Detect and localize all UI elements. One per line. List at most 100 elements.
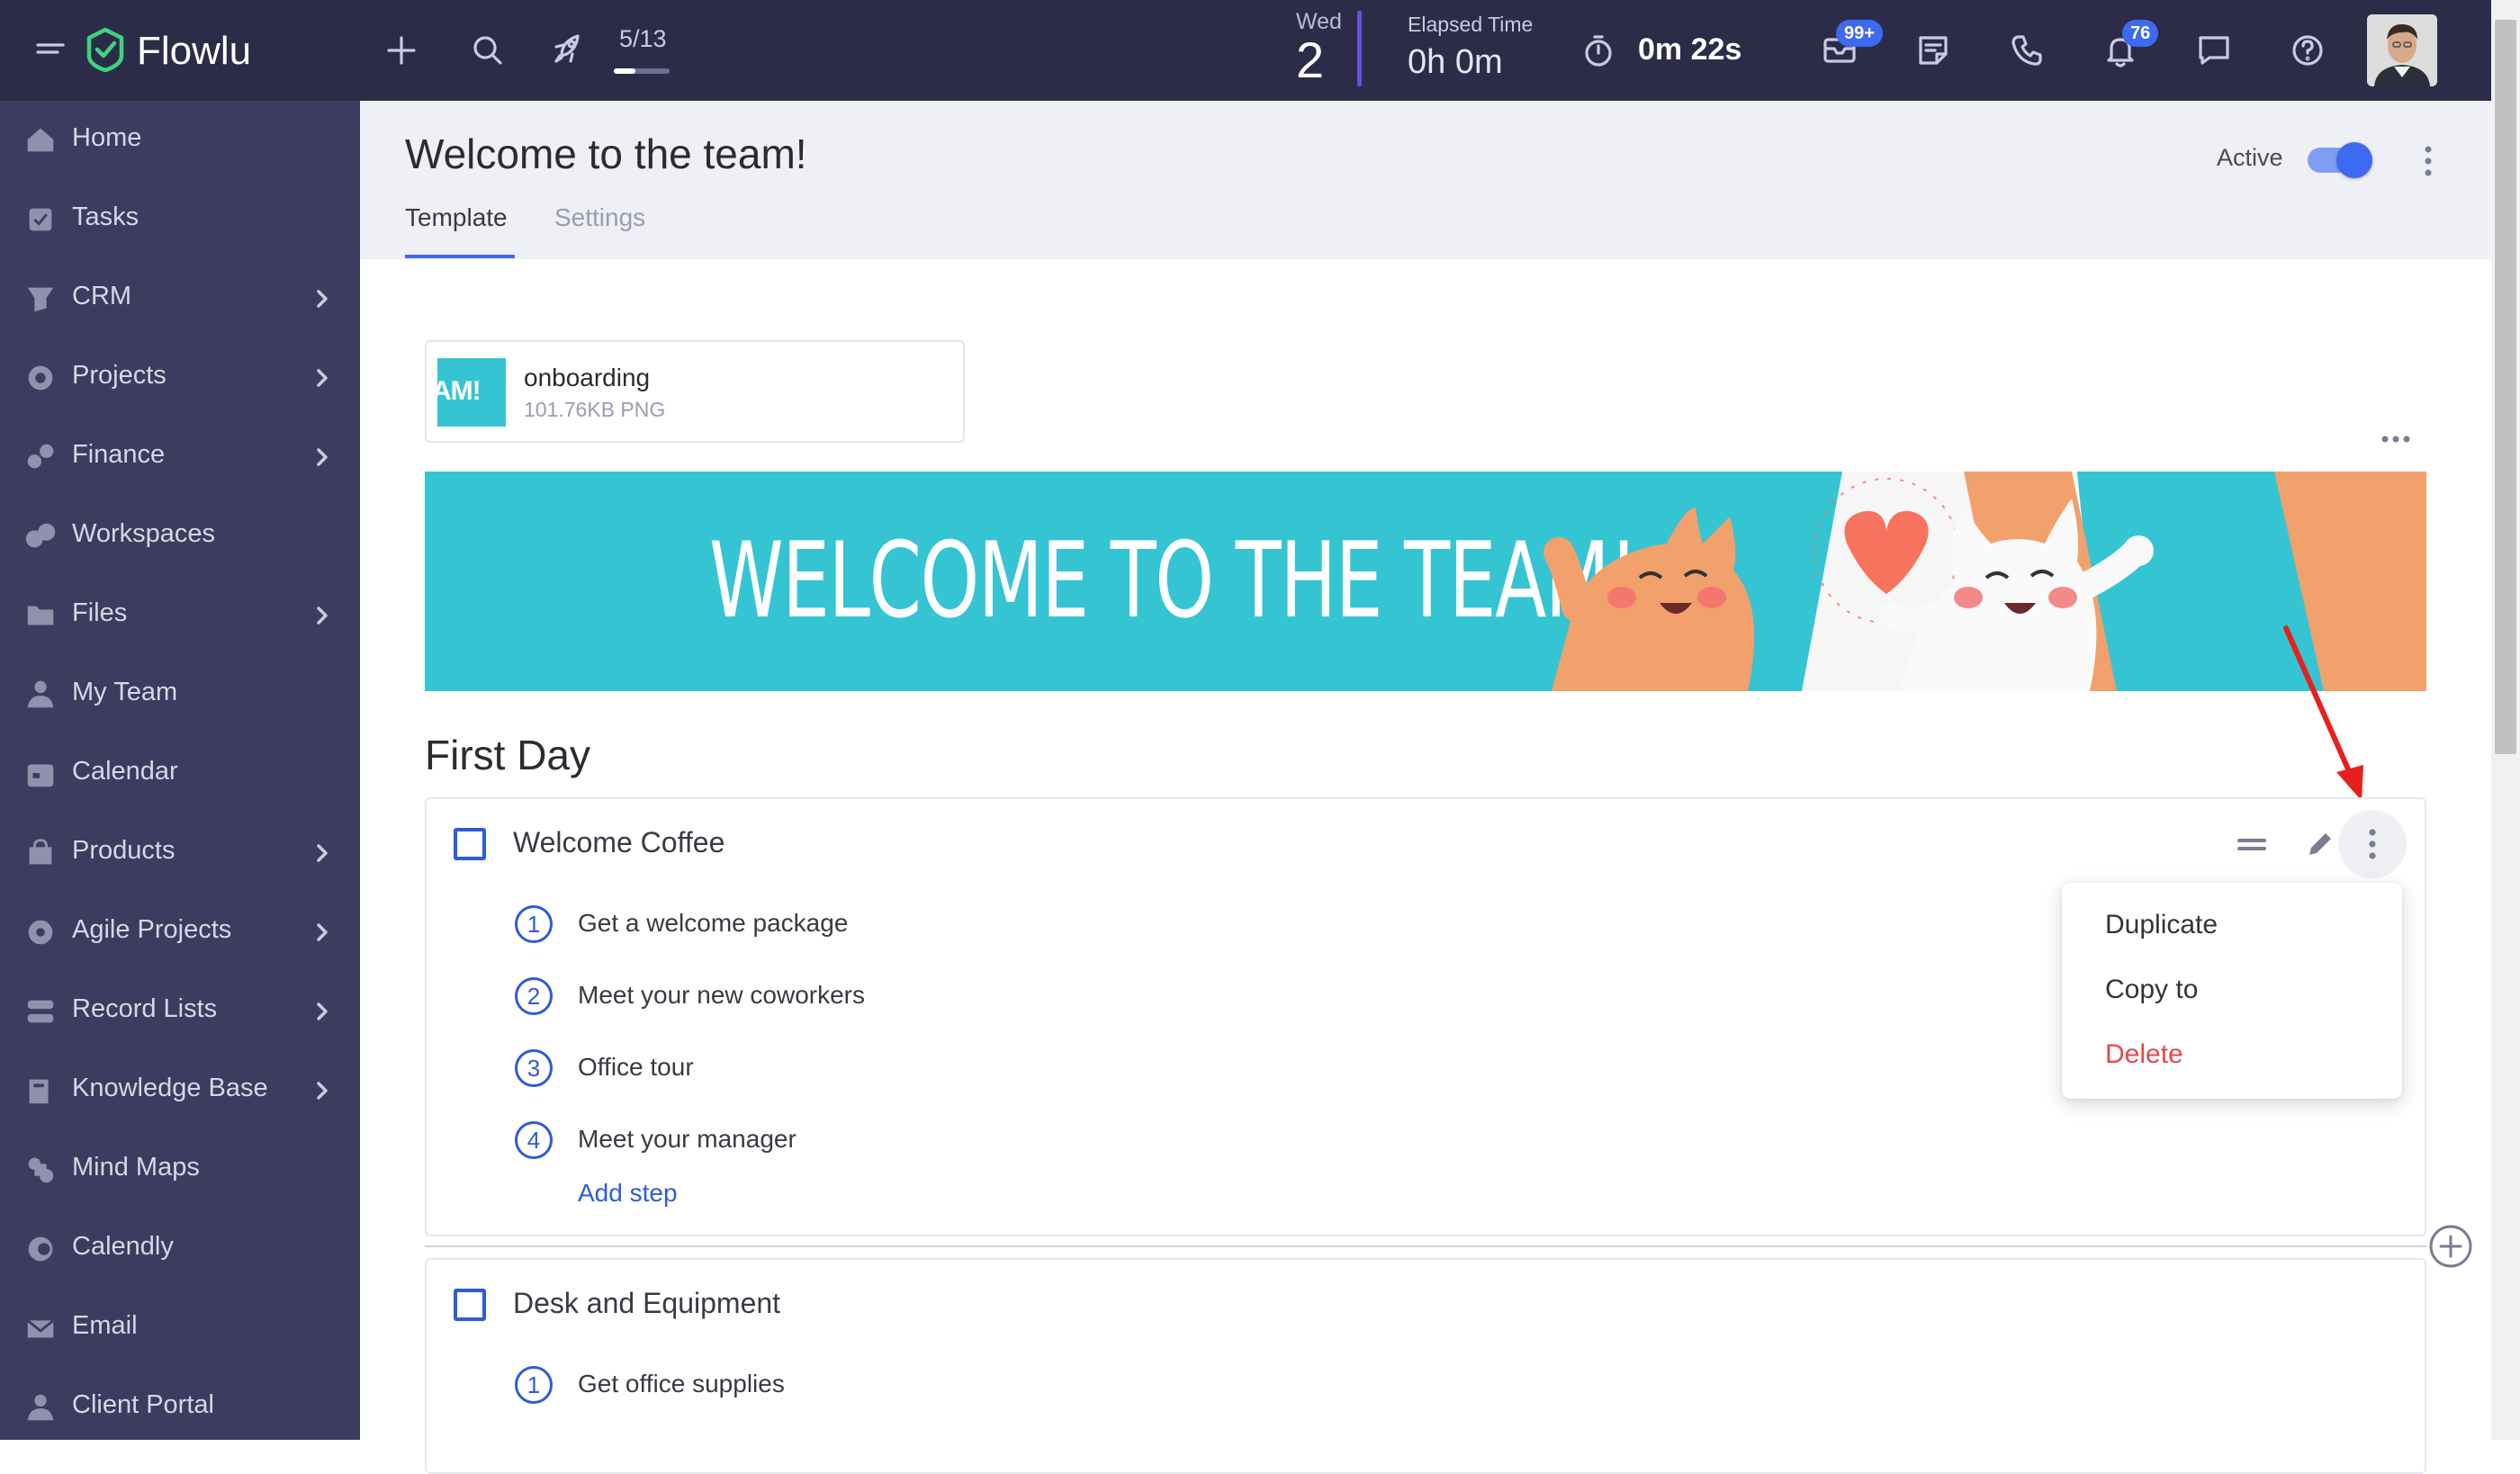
- sidebar-item-label: Client Portal: [72, 1390, 214, 1419]
- knowledge-base-icon: [22, 1073, 59, 1109]
- step-text[interactable]: Office tour: [578, 1053, 694, 1082]
- help-icon[interactable]: [2282, 25, 2333, 76]
- sidebar-item-label: Calendar: [72, 757, 178, 786]
- attachment-meta: 101.76KB PNG: [524, 398, 666, 421]
- task-more-button[interactable]: [2338, 810, 2407, 878]
- sidebar-item-home[interactable]: Home: [0, 101, 360, 180]
- welcome-banner: WELCOME TO THE TEAM!: [425, 472, 2426, 691]
- user-avatar[interactable]: [2367, 14, 2437, 86]
- sidebar-item-label: Agile Projects: [72, 915, 232, 944]
- search-icon[interactable]: [463, 25, 513, 76]
- menu-item-copy-to[interactable]: Copy to: [2105, 975, 2198, 1005]
- annotation-arrow: [2283, 625, 2363, 801]
- sidebar-item-agile-projects[interactable]: Agile Projects: [0, 893, 360, 972]
- drag-handle-icon[interactable]: [2234, 828, 2270, 860]
- attachment-name: onboarding: [524, 364, 651, 391]
- active-toggle[interactable]: [2308, 142, 2372, 178]
- chevron-right-icon[interactable]: [310, 445, 335, 470]
- sidebar-item-projects[interactable]: Projects: [0, 338, 360, 418]
- sidebar-item-email[interactable]: Email: [0, 1289, 360, 1368]
- sidebar-item-label: Knowledge Base: [72, 1074, 268, 1102]
- mail-badge: 99+: [1836, 20, 1883, 47]
- sidebar-item-calendly[interactable]: Calendly: [0, 1209, 360, 1289]
- page-header: Welcome to the team! Template Settings A…: [360, 101, 2491, 259]
- sidebar-item-knowledge-base[interactable]: Knowledge Base: [0, 1051, 360, 1130]
- menu-collapse-icon[interactable]: [25, 25, 76, 76]
- add-icon[interactable]: [376, 25, 427, 76]
- banner-text: WELCOME TO THE TEAM!: [709, 520, 1639, 642]
- notes-icon[interactable]: [1908, 25, 1958, 76]
- chevron-right-icon[interactable]: [310, 286, 335, 311]
- sidebar-item-mind-maps[interactable]: Mind Maps: [0, 1130, 360, 1209]
- sidebar-item-my-team[interactable]: My Team: [0, 655, 360, 734]
- step-text[interactable]: Get a welcome package: [578, 909, 848, 938]
- block-more-icon[interactable]: [2378, 423, 2414, 455]
- sidebar-item-crm[interactable]: CRM: [0, 259, 360, 338]
- task-title[interactable]: Desk and Equipment: [513, 1287, 780, 1320]
- step-number: 1: [515, 1366, 553, 1404]
- sidebar-item-label: Email: [72, 1311, 138, 1340]
- chevron-right-icon[interactable]: [310, 365, 335, 391]
- section-divider: [425, 1245, 2426, 1247]
- day-number: 2: [1296, 31, 1325, 88]
- step-number: 4: [515, 1121, 553, 1159]
- sidebar-item-record-lists[interactable]: Record Lists: [0, 972, 360, 1051]
- sidebar-item-label: Projects: [72, 361, 166, 390]
- step-number: 3: [515, 1049, 553, 1087]
- brand-name: Flowlu: [137, 29, 252, 73]
- onboarding-progress-track: [614, 68, 670, 74]
- crm-icon: [22, 281, 59, 317]
- add-block-icon[interactable]: [2428, 1224, 2473, 1269]
- sidebar-item-label: My Team: [72, 678, 178, 706]
- sidebar-item-products[interactable]: Products: [0, 813, 360, 893]
- sidebar-item-calendar[interactable]: Calendar: [0, 734, 360, 813]
- menu-item-delete[interactable]: Delete: [2105, 1039, 2183, 1070]
- chat-icon[interactable]: [2189, 25, 2239, 76]
- tab-template[interactable]: Template: [405, 203, 508, 232]
- sidebar-item-finance[interactable]: Finance: [0, 418, 360, 497]
- chevron-right-icon[interactable]: [310, 999, 335, 1024]
- chevron-right-icon[interactable]: [310, 603, 335, 628]
- sidebar-item-label: Finance: [72, 440, 166, 469]
- step-text[interactable]: Meet your manager: [578, 1125, 796, 1154]
- notification-badge: 76: [2122, 20, 2159, 47]
- workspaces-icon: [22, 518, 59, 554]
- chevron-right-icon[interactable]: [310, 840, 335, 866]
- attachment-card[interactable]: AM! onboarding 101.76KB PNG: [425, 340, 965, 443]
- sidebar-item-workspaces[interactable]: Workspaces: [0, 497, 360, 576]
- task-checkbox[interactable]: [454, 1289, 486, 1321]
- onboarding-rocket-icon[interactable]: [544, 23, 594, 74]
- page-more-icon[interactable]: [2414, 142, 2443, 180]
- step-number: 1: [515, 905, 553, 943]
- chevron-right-icon[interactable]: [310, 920, 335, 945]
- stopwatch-icon[interactable]: [1573, 25, 1624, 76]
- onboarding-progress-fill: [614, 68, 635, 74]
- tab-settings[interactable]: Settings: [554, 203, 645, 232]
- task-checkbox[interactable]: [454, 828, 486, 860]
- sidebar-item-tasks[interactable]: Tasks: [0, 180, 360, 259]
- sidebar-item-client-portal[interactable]: Client Portal: [0, 1368, 360, 1447]
- sidebar-item-label: Mind Maps: [72, 1153, 200, 1182]
- active-label: Active: [2217, 144, 2283, 171]
- phone-icon[interactable]: [2002, 25, 2052, 76]
- edit-pencil-icon[interactable]: [2302, 826, 2338, 862]
- task-context-menu: Duplicate Copy to Delete: [2062, 883, 2402, 1099]
- scrollbar-thumb[interactable]: [2495, 20, 2516, 754]
- sidebar-item-label: Calendly: [72, 1232, 174, 1261]
- menu-item-duplicate[interactable]: Duplicate: [2105, 910, 2218, 940]
- sidebar-item-label: Tasks: [72, 202, 140, 231]
- step-number: 2: [515, 977, 553, 1015]
- step-text[interactable]: Get office supplies: [578, 1370, 785, 1398]
- attachment-thumbnail: AM!: [437, 358, 506, 427]
- products-icon: [22, 835, 59, 871]
- brand-logo[interactable]: Flowlu: [85, 25, 283, 76]
- step-text[interactable]: Meet your new coworkers: [578, 981, 865, 1010]
- sidebar-item-label: CRM: [72, 282, 132, 310]
- chevron-right-icon[interactable]: [310, 1078, 335, 1103]
- task-title[interactable]: Welcome Coffee: [513, 826, 724, 859]
- timer-value[interactable]: 0m 22s: [1638, 32, 1742, 67]
- team-icon: [22, 677, 59, 713]
- onboarding-counter[interactable]: 5/13: [619, 25, 667, 53]
- add-step-link[interactable]: Add step: [578, 1179, 678, 1208]
- sidebar-item-files[interactable]: Files: [0, 576, 360, 655]
